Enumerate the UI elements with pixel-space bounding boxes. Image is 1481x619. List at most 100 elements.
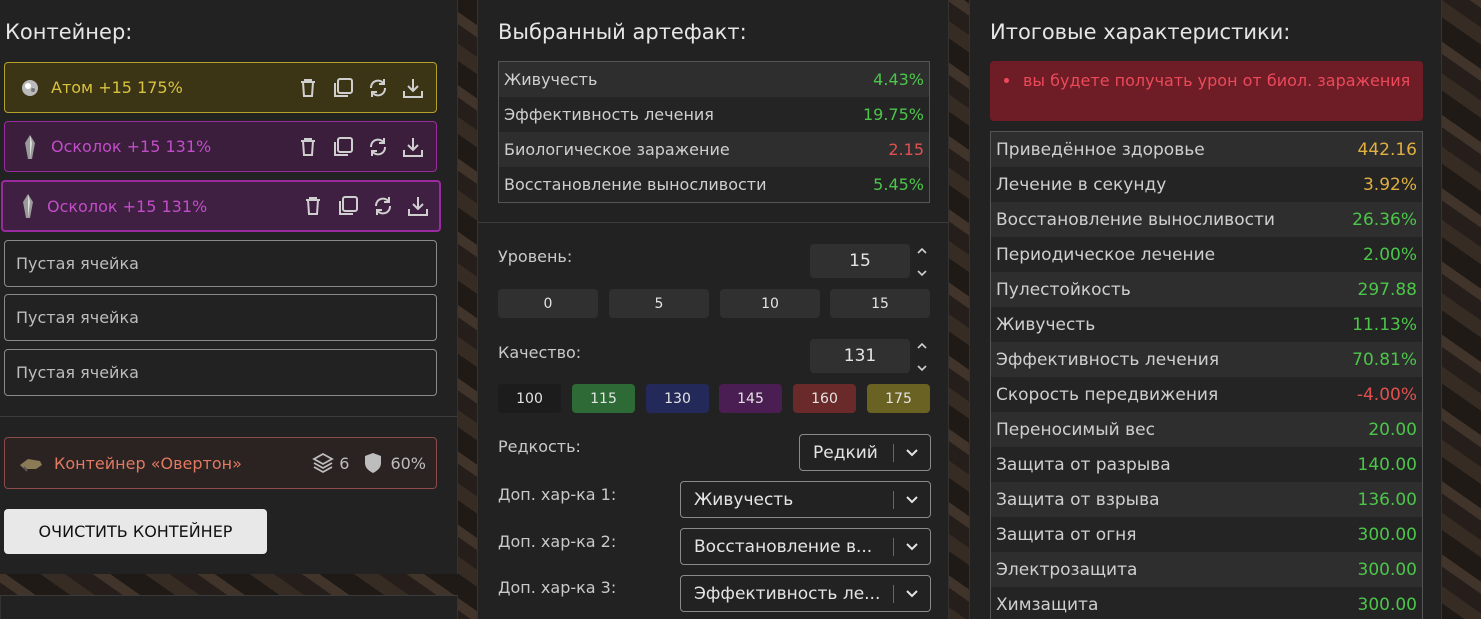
stat-row: Биологическое заражение 2.15: [499, 132, 929, 167]
warning-text: вы будете получать урон от биол. заражен…: [1023, 71, 1411, 90]
chevron-up-icon: [917, 247, 927, 254]
totals-table: Приведённое здоровье 442.16 Лечение в секу…: [990, 131, 1423, 619]
chevron-down-icon: [894, 448, 930, 457]
empty-slot[interactable]: Пустая ячейка: [4, 349, 437, 396]
level-preset-10[interactable]: 10: [720, 289, 820, 318]
rarity-value: Редкий: [813, 442, 878, 463]
total-stat-name: Пулестойкость: [996, 279, 1131, 300]
shard-artifact-icon: [15, 193, 41, 219]
total-stat-row: Переносимый вес 20.00: [991, 412, 1422, 447]
copy-icon[interactable]: [337, 195, 359, 217]
total-stat-row: Эффективность лечения 70.81%: [991, 342, 1422, 377]
rarity-select[interactable]: Редкий: [799, 434, 931, 471]
total-stat-row: Электрозащита 300.00: [991, 552, 1422, 587]
quality-input[interactable]: 131: [810, 339, 910, 373]
swap-icon[interactable]: [372, 195, 394, 217]
trash-icon[interactable]: [302, 195, 324, 217]
chevron-down-icon: [894, 495, 930, 504]
quality-stepper[interactable]: [916, 342, 928, 372]
artifact-slot-shard[interactable]: Осколок +15 131%: [4, 121, 437, 172]
totals-title: Итоговые характеристики:: [990, 20, 1291, 44]
container-panel: Контейнер: Атом +15 175% Осколок +15 131…: [0, 0, 458, 574]
trash-icon[interactable]: [297, 136, 319, 158]
extra-stat-3-value: Эффективность ле...: [694, 583, 881, 604]
total-stat-name: Скорость передвижения: [996, 384, 1219, 405]
container-icon: [18, 453, 44, 473]
extra-stat-1-label: Доп. хар-ка 1:: [498, 485, 617, 504]
quality-preset-145[interactable]: 145: [719, 384, 782, 413]
extra-stat-2-select[interactable]: Восстановление в...: [680, 528, 931, 565]
total-stat-value: 26.36%: [1352, 209, 1417, 230]
level-label: Уровень:: [498, 247, 573, 266]
quality-label: Качество:: [498, 343, 582, 362]
container-name: Контейнер «Овертон»: [54, 453, 242, 473]
total-stat-value: 2.00%: [1362, 244, 1417, 265]
artifact-slot-shard-hovered[interactable]: Осколок +15 131%: [1, 180, 441, 232]
stat-row: Эффективность лечения 19.75%: [499, 97, 929, 132]
level-input[interactable]: 15: [810, 244, 910, 278]
artifact-stats-table: Живучесть 4.43% Эффективность лечения 19.7…: [498, 61, 930, 203]
trash-icon[interactable]: [297, 77, 319, 99]
total-stat-name: Восстановление выносливости: [996, 209, 1275, 230]
total-stat-value: 300.00: [1357, 524, 1417, 545]
quality-preset-160[interactable]: 160: [793, 384, 856, 413]
extra-stat-1-value: Живучесть: [694, 489, 794, 510]
chevron-down-icon: [917, 365, 927, 372]
download-icon[interactable]: [402, 136, 424, 158]
total-stat-value: 442.16: [1357, 139, 1417, 160]
total-stat-name: Переносимый вес: [996, 419, 1155, 440]
total-stat-name: Лечение в секунду: [996, 174, 1167, 195]
level-preset-5[interactable]: 5: [609, 289, 709, 318]
total-stat-value: 140.00: [1357, 454, 1417, 475]
quality-preset-175[interactable]: 175: [867, 384, 930, 413]
clear-container-button[interactable]: ОЧИСТИТЬ КОНТЕЙНЕР: [4, 509, 267, 554]
slot-name: Осколок +15 131%: [47, 196, 208, 216]
total-stat-name: Приведённое здоровье: [996, 139, 1205, 160]
copy-icon[interactable]: [332, 136, 354, 158]
total-stat-row: Защита от огня 300.00: [991, 517, 1422, 552]
artifact-slot-atom[interactable]: Атом +15 175%: [4, 62, 437, 113]
quality-preset-130[interactable]: 130: [646, 384, 709, 413]
quality-preset-115[interactable]: 115: [572, 384, 635, 413]
container-selector[interactable]: Контейнер «Овертон» 6 60%: [4, 437, 437, 489]
divider: [0, 416, 457, 417]
total-stat-name: Защита от взрыва: [996, 489, 1160, 510]
total-stat-name: Защита от разрыва: [996, 454, 1171, 475]
total-stat-row: Пулестойкость 297.88: [991, 272, 1422, 307]
shard-artifact-icon: [17, 134, 43, 160]
quality-preset-100[interactable]: 100: [498, 384, 561, 413]
atom-artifact-icon: [17, 75, 43, 101]
empty-slot[interactable]: Пустая ячейка: [4, 294, 437, 341]
total-stat-name: Химзащита: [996, 594, 1099, 615]
container-title: Контейнер:: [5, 20, 133, 44]
slot-name: Осколок +15 131%: [51, 137, 212, 156]
download-icon[interactable]: [402, 77, 424, 99]
total-stat-name: Периодическое лечение: [996, 244, 1216, 265]
total-stat-row: Скорость передвижения -4.00%: [991, 377, 1422, 412]
level-preset-0[interactable]: 0: [498, 289, 598, 318]
total-stat-value: 297.88: [1357, 279, 1417, 300]
stat-row: Живучесть 4.43%: [499, 62, 929, 97]
total-stat-name: Эффективность лечения: [996, 349, 1220, 370]
copy-icon[interactable]: [332, 77, 354, 99]
extra-stat-3-select[interactable]: Эффективность ле...: [680, 575, 931, 612]
swap-icon[interactable]: [367, 77, 389, 99]
extra-stat-2-label: Доп. хар-ка 2:: [498, 532, 617, 551]
total-stat-value: 136.00: [1357, 489, 1417, 510]
totals-panel: Итоговые характеристики: вы будете получ…: [969, 0, 1442, 619]
total-stat-value: 300.00: [1357, 594, 1417, 615]
extra-stat-1-select[interactable]: Живучесть: [680, 481, 931, 518]
next-panel-stub: [0, 595, 458, 619]
chevron-up-icon: [917, 342, 927, 349]
swap-icon[interactable]: [367, 136, 389, 158]
level-stepper[interactable]: [916, 247, 928, 277]
total-stat-value: 20.00: [1368, 419, 1417, 440]
empty-slot[interactable]: Пустая ячейка: [4, 240, 437, 287]
chevron-down-icon: [917, 270, 927, 277]
total-stat-row: Лечение в секунду 3.92%: [991, 167, 1422, 202]
download-icon[interactable]: [407, 195, 429, 217]
level-preset-15[interactable]: 15: [830, 289, 930, 318]
layers-icon: [311, 451, 335, 475]
total-stat-name: Электрозащита: [996, 559, 1138, 580]
bullet-icon: [1004, 78, 1009, 83]
